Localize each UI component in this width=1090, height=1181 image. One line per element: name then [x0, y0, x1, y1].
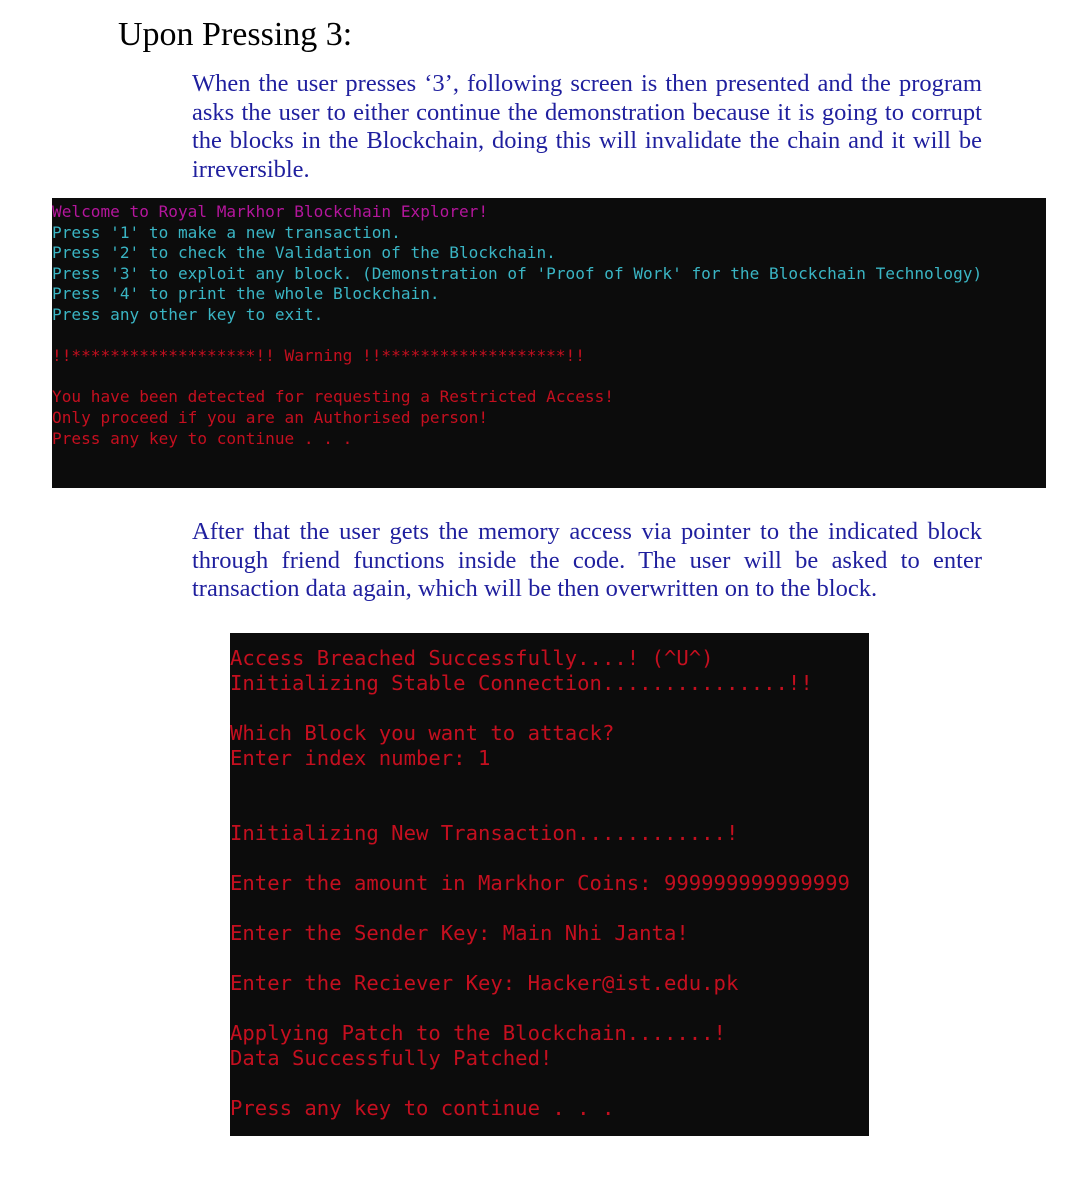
console-line-access-breached: Access Breached Successfully....! (^U^) [230, 646, 714, 670]
console-screenshot-menu: Welcome to Royal Markhor Blockchain Expl… [52, 198, 1046, 488]
intro-paragraph: When the user presses ‘3’, following scr… [192, 70, 982, 183]
section-heading: Upon Pressing 3: [118, 16, 353, 53]
console-line-press-any-key: Press any key to continue . . . [52, 428, 353, 448]
console-screenshot-attack: Access Breached Successfully....! (^U^) … [230, 633, 869, 1136]
console-line-option-4: Press '4' to print the whole Blockchain. [52, 284, 440, 304]
console-line-option-3: Press '3' to exploit any block. (Demonst… [52, 263, 983, 283]
console-line-press-any-key: Press any key to continue . . . [230, 1096, 615, 1120]
explanation-paragraph: After that the user gets the memory acce… [192, 518, 982, 602]
console-line-exit: Press any other key to exit. [52, 305, 324, 324]
console-line-warning-banner: !!*******************!! Warning !!******… [52, 346, 585, 366]
console-line-new-transaction: Initializing New Transaction............… [230, 821, 739, 845]
console-line-initializing-connection: Initializing Stable Connection..........… [230, 671, 813, 695]
console-line-receiver-key: Enter the Reciever Key: Hacker@ist.edu.p… [230, 971, 739, 995]
console-line-restricted-access: You have been detected for requesting a … [52, 387, 614, 407]
console-line-applying-patch: Applying Patch to the Blockchain.......! [230, 1021, 726, 1045]
console-line-patched: Data Successfully Patched! [230, 1046, 553, 1070]
console-line-option-2: Press '2' to check the Validation of the… [52, 243, 556, 263]
console-line-enter-index: Enter index number: 1 [230, 746, 491, 770]
console-line-sender-key: Enter the Sender Key: Main Nhi Janta! [230, 921, 689, 945]
console-line-option-1: Press '1' to make a new transaction. [52, 222, 401, 242]
console-line-which-block: Which Block you want to attack? [230, 721, 615, 745]
console-line-welcome: Welcome to Royal Markhor Blockchain Expl… [52, 202, 489, 221]
console-line-authorised-only: Only proceed if you are an Authorised pe… [52, 408, 489, 427]
console-line-amount: Enter the amount in Markhor Coins: 99999… [230, 871, 850, 895]
